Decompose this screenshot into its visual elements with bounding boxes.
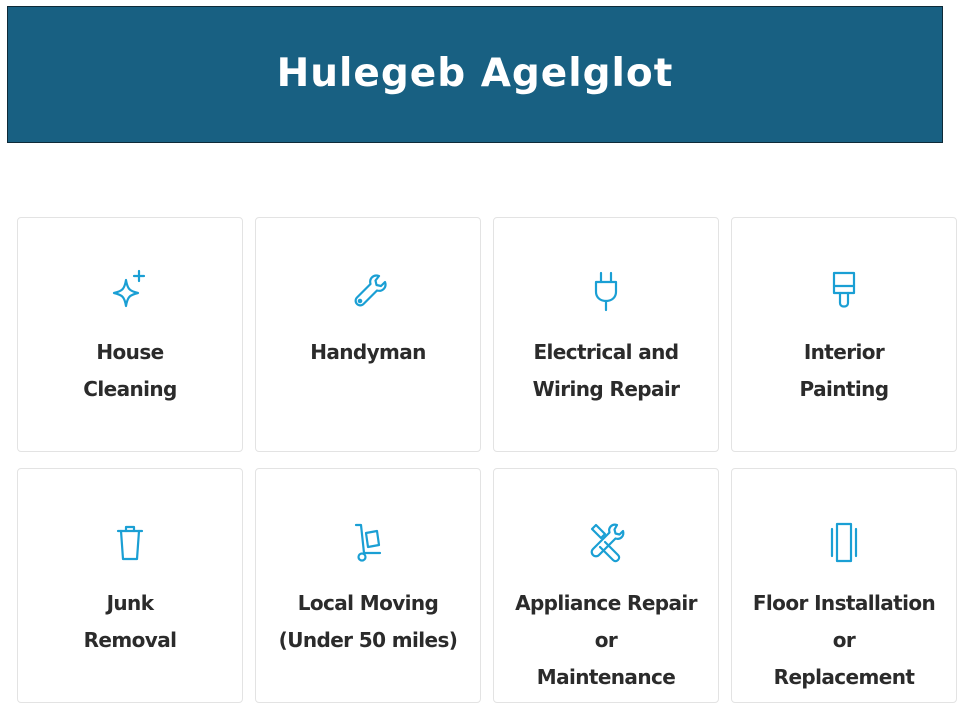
service-card-junk-removal[interactable]: Junk Removal (17, 468, 243, 703)
service-label-line1: Electrical and (533, 340, 679, 364)
service-label-line2: Cleaning (83, 377, 177, 401)
service-card-handyman[interactable]: Handyman (255, 217, 481, 452)
service-label-line1: Handyman (310, 340, 426, 364)
service-label-line1: Appliance Repair or (515, 591, 697, 652)
service-label-line1: Floor Installation or (752, 591, 936, 652)
service-card-electrical[interactable]: Electrical and Wiring Repair (493, 217, 719, 452)
service-card-local-moving[interactable]: Local Moving (Under 50 miles) (255, 468, 481, 703)
service-label-line2: Painting (799, 377, 889, 401)
page-title: Hulegeb Agelglot (276, 51, 674, 96)
service-label-line2: Removal (83, 628, 177, 652)
service-label-line2: (Under 50 miles) (278, 628, 458, 652)
plug-icon (584, 268, 628, 316)
paintbrush-icon (822, 268, 866, 316)
service-card-appliance-repair[interactable]: Appliance Repair or Maintenance (493, 468, 719, 703)
service-card-interior-painting[interactable]: Interior Painting (731, 217, 957, 452)
hand-truck-icon (346, 519, 390, 567)
wrench-icon (346, 268, 390, 316)
sparkle-icon (108, 268, 152, 316)
header-banner: Hulegeb Agelglot (7, 6, 943, 143)
service-label-line1: Local Moving (297, 591, 439, 615)
service-card-house-cleaning[interactable]: House Cleaning (17, 217, 243, 452)
service-label-line1: House (96, 340, 164, 364)
tools-icon (584, 519, 628, 567)
floor-panels-icon (822, 519, 866, 567)
service-label-line1: Interior (803, 340, 885, 364)
service-label-line2: Maintenance (536, 665, 676, 689)
services-grid: House Cleaning Handyman Electrical and W… (17, 217, 957, 703)
service-label-line1: Junk (106, 591, 154, 615)
service-label-line2: Replacement (773, 665, 915, 689)
service-card-floor-installation[interactable]: Floor Installation or Replacement (731, 468, 957, 703)
service-label-line2: Wiring Repair (532, 377, 680, 401)
trash-can-icon (108, 519, 152, 567)
